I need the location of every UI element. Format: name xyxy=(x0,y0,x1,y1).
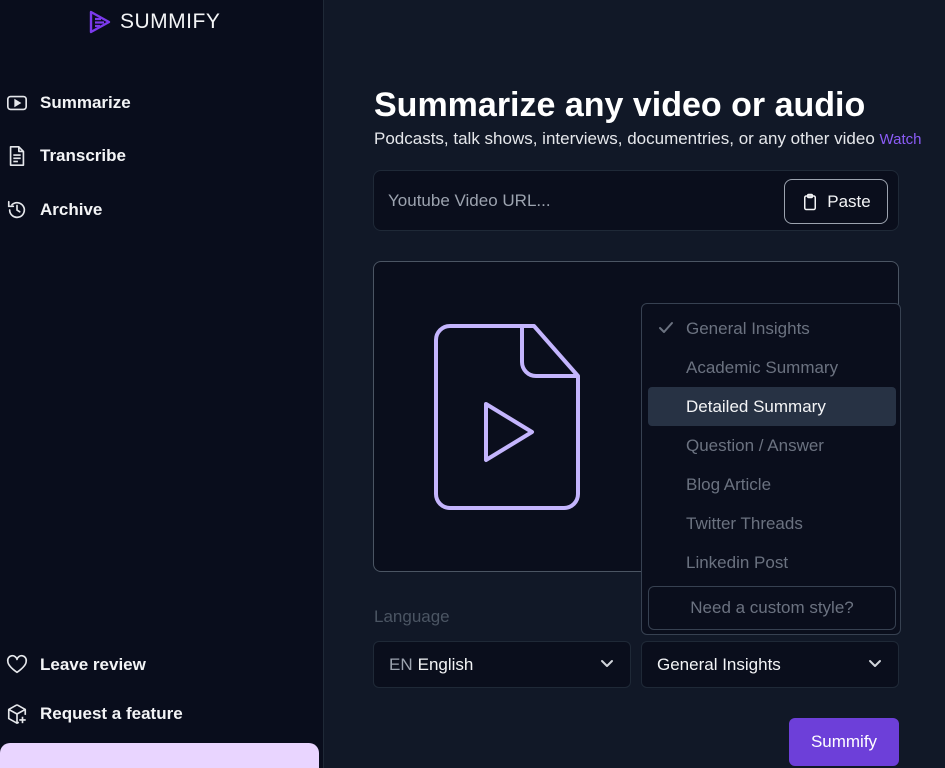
sidebar-item-label: Archive xyxy=(40,200,103,219)
option-label: Academic Summary xyxy=(686,357,839,377)
leave-review-link[interactable]: Leave review xyxy=(6,654,146,676)
summary-style-menu: General Insights Academic Summary Detail… xyxy=(641,303,901,635)
summify-logo-icon xyxy=(89,10,111,34)
history-icon xyxy=(7,200,26,219)
paste-button[interactable]: Paste xyxy=(784,179,888,224)
option-label: Question / Answer xyxy=(686,435,824,455)
option-label: Blog Article xyxy=(686,474,772,494)
package-plus-icon xyxy=(7,704,27,724)
summify-button[interactable]: Summify xyxy=(789,718,899,766)
language-code: EN xyxy=(389,654,413,674)
watch-link[interactable]: Watch xyxy=(880,131,922,148)
sidebar: SUMMIFY Summarize Transcribe Archive Lea… xyxy=(0,0,324,768)
option-label: Twitter Threads xyxy=(686,513,803,533)
sidebar-item-summarize[interactable]: Summarize xyxy=(6,92,131,114)
language-label: Language xyxy=(374,607,450,626)
sidebar-item-label: Transcribe xyxy=(40,146,126,165)
style-option-general-insights[interactable]: General Insights xyxy=(648,309,896,348)
style-option-twitter-threads[interactable]: Twitter Threads xyxy=(648,504,896,543)
leave-review-label: Leave review xyxy=(40,655,146,674)
style-option-academic-summary[interactable]: Academic Summary xyxy=(648,348,896,387)
subtitle-text: Podcasts, talk shows, interviews, docume… xyxy=(374,129,875,148)
check-icon xyxy=(659,322,673,333)
chevron-down-icon xyxy=(601,660,613,667)
url-input-container: Paste xyxy=(373,170,899,231)
request-feature-label: Request a feature xyxy=(40,704,183,723)
page-subtitle: Podcasts, talk shows, interviews, docume… xyxy=(374,129,945,149)
chevron-down-icon xyxy=(869,660,881,667)
brand-name: SUMMIFY xyxy=(120,10,221,33)
document-icon xyxy=(9,146,25,166)
brand-logo[interactable]: SUMMIFY xyxy=(88,8,220,36)
clipboard-icon xyxy=(804,193,817,210)
youtube-url-input[interactable] xyxy=(388,185,778,217)
style-option-blog-article[interactable]: Blog Article xyxy=(648,465,896,504)
custom-style-button[interactable]: Need a custom style? xyxy=(648,586,896,630)
sidebar-item-archive[interactable]: Archive xyxy=(6,199,102,221)
heart-icon xyxy=(6,654,28,674)
page-title: Summarize any video or audio xyxy=(374,86,866,124)
style-option-linkedin-post[interactable]: Linkedin Post xyxy=(648,543,896,582)
account-panel[interactable] xyxy=(0,743,319,768)
style-option-question-answer[interactable]: Question / Answer xyxy=(648,426,896,465)
language-value: English xyxy=(417,654,474,674)
video-file-icon xyxy=(434,324,580,510)
style-option-detailed-summary[interactable]: Detailed Summary xyxy=(648,387,896,426)
paste-label: Paste xyxy=(827,191,871,211)
sidebar-item-label: Summarize xyxy=(40,93,131,112)
language-select[interactable]: EN English xyxy=(373,641,631,688)
video-icon xyxy=(7,95,27,111)
summary-style-select[interactable]: General Insights xyxy=(641,641,899,688)
request-feature-link[interactable]: Request a feature xyxy=(6,703,183,725)
option-label: Linkedin Post xyxy=(686,552,789,572)
style-value: General Insights xyxy=(657,654,781,674)
option-label: Detailed Summary xyxy=(686,396,826,416)
option-label: General Insights xyxy=(686,318,810,338)
sidebar-item-transcribe[interactable]: Transcribe xyxy=(6,145,126,167)
